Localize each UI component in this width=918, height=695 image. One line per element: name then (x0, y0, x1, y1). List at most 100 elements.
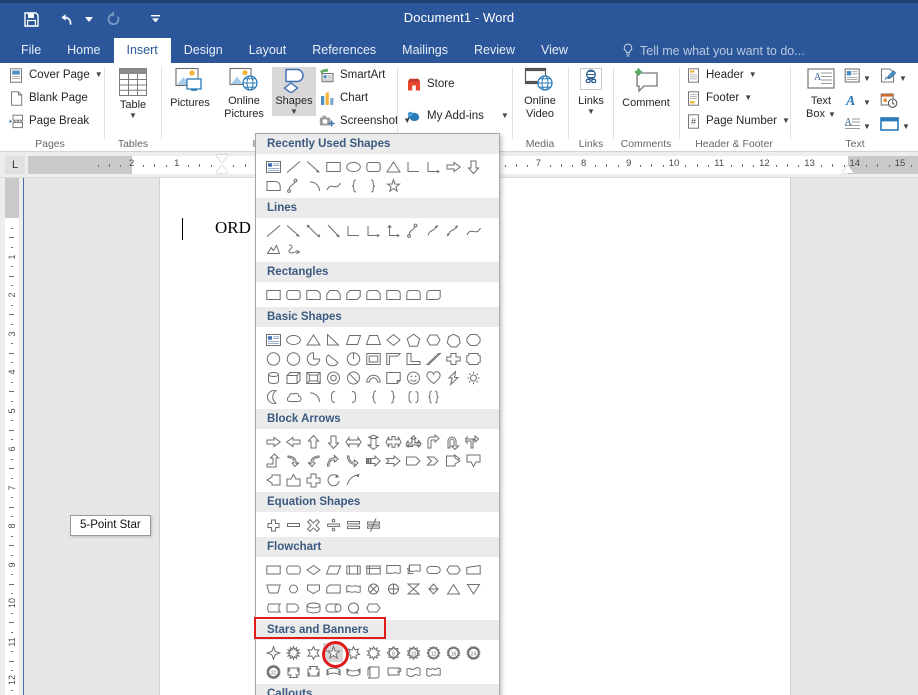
tab-review[interactable]: Review (461, 38, 528, 63)
shape-smiley-face[interactable] (403, 368, 423, 387)
shape-plaque[interactable] (463, 349, 483, 368)
tab-home[interactable]: Home (54, 38, 113, 63)
tab-insert[interactable]: Insert (113, 38, 171, 63)
shape-minus[interactable] (283, 515, 303, 534)
shape-u-turn-arrow[interactable] (443, 432, 463, 451)
chevron-down-icon[interactable]: ▼ (828, 110, 836, 119)
shape-bevel[interactable] (303, 368, 323, 387)
shape-curved-left-arrow[interactable] (303, 451, 323, 470)
shape-multidocument[interactable] (403, 560, 423, 579)
chevron-down-icon[interactable]: ▼ (95, 71, 103, 79)
shape-7-point-star[interactable] (343, 643, 363, 662)
shape-terminator[interactable] (423, 560, 443, 579)
shape-arc[interactable] (303, 176, 323, 195)
shape-document[interactable] (383, 560, 403, 579)
shape-curved-down-arrow[interactable] (343, 451, 363, 470)
shape-l-shape[interactable] (403, 349, 423, 368)
shape-folded-corner[interactable] (383, 368, 403, 387)
shape-summing-junction[interactable] (363, 579, 383, 598)
chevron-down-icon[interactable]: ▼ (129, 112, 137, 120)
shape-down-arrow-callout[interactable] (463, 451, 483, 470)
shape-snip-diagonal-corner-rectangle[interactable] (343, 285, 363, 304)
shape-elbow-connector[interactable] (343, 221, 363, 240)
chevron-down-icon[interactable]: ▼ (749, 71, 757, 79)
shape-oval[interactable] (283, 330, 303, 349)
online-pictures-button[interactable]: Online Pictures (217, 67, 271, 121)
shape-16-point-star[interactable]: 16 (443, 643, 463, 662)
tab-view[interactable]: View (528, 38, 581, 63)
right-indent-marker[interactable] (842, 165, 854, 173)
shape-6-point-burst[interactable] (363, 643, 383, 662)
object-button[interactable]: ▼ (880, 116, 910, 137)
shape-down-ribbon[interactable] (303, 662, 323, 681)
shape-snip-and-round-single-corner-rectangle[interactable] (363, 285, 383, 304)
shape-line-arrow[interactable] (303, 157, 323, 176)
page-number-button[interactable]: # Page Number ▼ (685, 113, 790, 129)
shape-line-double-arrow[interactable] (303, 221, 323, 240)
shape-6-point-star[interactable] (303, 643, 323, 662)
shape-delay[interactable] (283, 598, 303, 617)
shape-process[interactable] (263, 560, 283, 579)
chart-button[interactable]: Chart (319, 90, 368, 106)
blank-page-button[interactable]: Blank Page (8, 90, 88, 106)
shape-swoosh-arrow[interactable] (343, 470, 363, 489)
shape-diagonal-stripe[interactable] (423, 349, 443, 368)
chevron-down-icon[interactable]: ▼ (782, 117, 790, 125)
shape-5-point-star[interactable] (383, 176, 403, 195)
shape-collate[interactable] (403, 579, 423, 598)
signature-line-button[interactable]: ▼ (880, 68, 907, 89)
tab-layout[interactable]: Layout (236, 38, 300, 63)
comment-button[interactable]: Comment (617, 67, 675, 109)
shape-right-arrow[interactable] (263, 432, 283, 451)
shape-right-triangle[interactable] (323, 330, 343, 349)
shape-elbow-arrow-connector[interactable] (363, 221, 383, 240)
shape-striped-right-arrow[interactable] (363, 451, 383, 470)
shape-curve[interactable] (323, 176, 343, 195)
shape-diamond[interactable] (383, 330, 403, 349)
chevron-down-icon[interactable]: ▼ (863, 74, 871, 83)
shape-elbow-connector[interactable] (403, 157, 423, 176)
shape-elbow-double-arrow-connector[interactable] (383, 221, 403, 240)
chevron-down-icon[interactable]: ▼ (587, 108, 595, 116)
shape-line[interactable] (263, 221, 283, 240)
shape-left-brace[interactable] (343, 176, 363, 195)
shape-heptagon[interactable] (443, 330, 463, 349)
shape-block-arc[interactable] (363, 368, 383, 387)
shape-rounded-rectangle[interactable] (363, 157, 383, 176)
shape-manual-operation[interactable] (263, 579, 283, 598)
chevron-down-icon[interactable]: ▼ (863, 122, 871, 131)
chevron-down-icon[interactable]: ▼ (290, 108, 298, 116)
smartart-button[interactable]: SmartArt (319, 67, 385, 83)
wordart-button[interactable]: A ▼ (844, 92, 871, 113)
shape-half-frame[interactable] (383, 349, 403, 368)
shape-octagon[interactable] (463, 330, 483, 349)
shape-round-single-corner-rectangle[interactable] (383, 285, 403, 304)
shape-moon[interactable] (263, 387, 283, 406)
shape-scribble[interactable] (283, 240, 303, 259)
shape-right-brace[interactable] (363, 176, 383, 195)
shape-no-symbol[interactable] (343, 368, 363, 387)
shape-up-down-arrow[interactable] (363, 432, 383, 451)
shape-oval[interactable] (343, 157, 363, 176)
shape-32-point-star[interactable]: 32 (263, 662, 283, 681)
chevron-down-icon[interactable]: ▼ (902, 122, 910, 131)
my-addins-button[interactable]: My Add-ins ▼ (406, 108, 509, 124)
text-box-button[interactable]: A Text Box ▼ (800, 67, 842, 121)
shape-round-diagonal-corner-rectangle[interactable] (423, 285, 443, 304)
shape-direct-access-storage[interactable] (323, 598, 343, 617)
shape-right-arrow[interactable] (443, 157, 463, 176)
shape-punched-tape[interactable] (343, 579, 363, 598)
shape-frame[interactable] (363, 349, 383, 368)
shape-cloud[interactable] (283, 387, 303, 406)
shape-notched-right-arrow[interactable] (383, 451, 403, 470)
shape-cross[interactable] (443, 349, 463, 368)
shape-curved-up-arrow[interactable] (323, 451, 343, 470)
shape-rounded-rectangle[interactable] (283, 285, 303, 304)
page-break-button[interactable]: Page Break (8, 113, 89, 129)
shape-line[interactable] (283, 157, 303, 176)
date-time-button[interactable] (880, 92, 898, 113)
shape-decision[interactable] (303, 560, 323, 579)
shape-extract[interactable] (443, 579, 463, 598)
shape-not-equal[interactable] (363, 515, 383, 534)
shape-data[interactable] (323, 560, 343, 579)
